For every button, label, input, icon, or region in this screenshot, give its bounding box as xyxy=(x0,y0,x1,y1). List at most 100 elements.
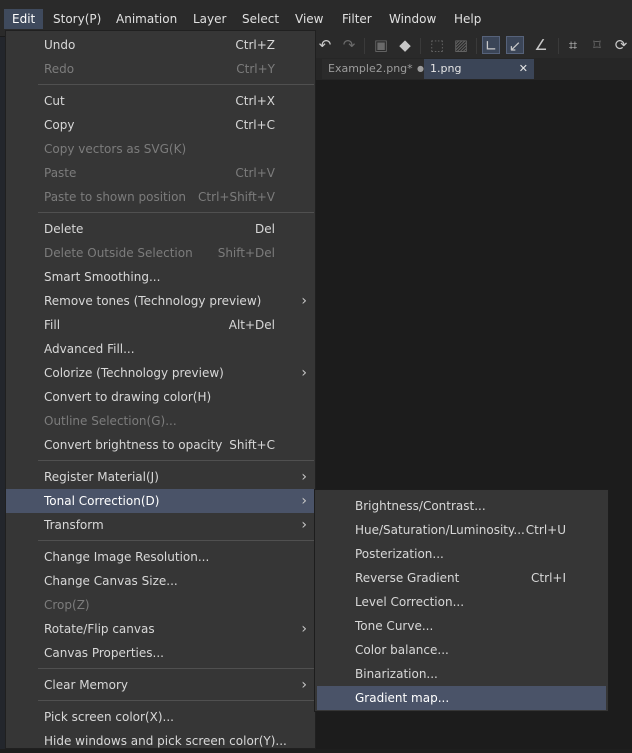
menu-item-advanced-fill[interactable]: Advanced Fill... xyxy=(6,337,315,361)
menu-help[interactable]: Help xyxy=(446,9,489,29)
menu-item-shortcut: Alt+Del xyxy=(228,318,275,332)
menu-item-rotate-flip-canvas[interactable]: Rotate/Flip canvas › xyxy=(6,617,315,641)
submenu-item-brightness-contrast[interactable]: Brightness/Contrast... xyxy=(315,494,608,518)
menu-item-transform[interactable]: Transform › xyxy=(6,513,315,537)
snap-ruler-icon[interactable]: ∟ xyxy=(482,36,500,55)
chevron-right-icon: › xyxy=(301,621,307,637)
menu-select[interactable]: Select xyxy=(234,9,287,29)
menu-item-label: Paste to shown position xyxy=(44,190,187,204)
submenu-item-gradient-map[interactable]: Gradient map... xyxy=(317,686,606,710)
invert-selection-icon[interactable]: ▨ xyxy=(452,36,470,54)
undo-icon[interactable]: ↶ xyxy=(316,36,334,54)
menu-item-label: Canvas Properties... xyxy=(44,646,164,660)
menu-item-register-material[interactable]: Register Material(J) › xyxy=(6,465,315,489)
menu-item-label: Colorize (Technology preview) xyxy=(44,366,224,380)
menu-separator xyxy=(38,460,314,461)
clear-selection-icon[interactable]: ⬚ xyxy=(428,36,446,54)
menu-item-cut[interactable]: Cut Ctrl+X xyxy=(6,89,315,113)
crop-icon[interactable]: ⌑ xyxy=(588,36,606,54)
modified-dot-icon: ● xyxy=(417,64,424,73)
submenu-item-label: Hue/Saturation/Luminosity... xyxy=(355,523,525,537)
menu-filter[interactable]: Filter xyxy=(334,9,380,29)
submenu-item-label: Reverse Gradient xyxy=(355,571,460,585)
menu-item-label: Pick screen color(X)... xyxy=(44,710,174,724)
menu-item-hide-windows-pick-color[interactable]: Hide windows and pick screen color(Y)... xyxy=(6,729,315,753)
menu-item-label: Advanced Fill... xyxy=(44,342,135,356)
submenu-item-level-correction[interactable]: Level Correction... xyxy=(315,590,608,614)
snap-curve-icon[interactable]: ↙ xyxy=(506,36,524,55)
menu-item-outline-selection: Outline Selection(G)... xyxy=(6,409,315,433)
toolbar-separator xyxy=(476,38,477,54)
rotate-icon[interactable]: ⟳ xyxy=(612,36,630,54)
menu-item-shortcut: Shift+Del xyxy=(217,246,275,260)
tab-label: Example2.png* xyxy=(328,62,413,75)
menu-separator xyxy=(38,540,314,541)
menu-animation[interactable]: Animation xyxy=(108,9,185,29)
chevron-right-icon: › xyxy=(301,469,307,485)
menu-item-change-canvas-size[interactable]: Change Canvas Size... xyxy=(6,569,315,593)
submenu-item-reverse-gradient[interactable]: Reverse Gradient Ctrl+I xyxy=(315,566,608,590)
submenu-item-shortcut: Ctrl+U xyxy=(525,523,566,537)
tab-label: 1.png xyxy=(430,62,462,75)
menu-layer[interactable]: Layer xyxy=(185,9,234,29)
menu-item-canvas-properties[interactable]: Canvas Properties... xyxy=(6,641,315,665)
menu-item-clear-memory[interactable]: Clear Memory › xyxy=(6,673,315,697)
menu-item-crop: Crop(Z) xyxy=(6,593,315,617)
submenu-item-binarization[interactable]: Binarization... xyxy=(315,662,608,686)
menu-item-copy[interactable]: Copy Ctrl+C xyxy=(6,113,315,137)
tab-example2[interactable]: Example2.png* ● xyxy=(322,59,430,79)
menu-item-label: Paste xyxy=(44,166,77,180)
menu-item-paste: Paste Ctrl+V xyxy=(6,161,315,185)
submenu-item-shortcut: Ctrl+I xyxy=(531,571,566,585)
menu-window[interactable]: Window xyxy=(381,9,444,29)
menu-item-remove-tones[interactable]: Remove tones (Technology preview) › xyxy=(6,289,315,313)
menu-item-label: Convert to drawing color(H) xyxy=(44,390,212,404)
menu-item-shortcut: Ctrl+Z xyxy=(235,38,275,52)
submenu-item-label: Gradient map... xyxy=(355,691,450,705)
menu-edit[interactable]: Edit xyxy=(4,9,44,29)
menu-view[interactable]: View xyxy=(287,9,331,29)
menu-item-convert-drawing-color[interactable]: Convert to drawing color(H) xyxy=(6,385,315,409)
menu-item-convert-brightness-opacity[interactable]: Convert brightness to opacity Shift+C xyxy=(6,433,315,457)
menu-item-paste-shown-position: Paste to shown position Ctrl+Shift+V xyxy=(6,185,315,209)
menu-item-smart-smoothing[interactable]: Smart Smoothing... xyxy=(6,265,315,289)
tab-1png[interactable]: 1.png ✕ xyxy=(424,59,534,79)
menu-item-delete[interactable]: Delete Del xyxy=(6,217,315,241)
toolbar-separator xyxy=(364,38,365,54)
submenu-item-hue-saturation-luminosity[interactable]: Hue/Saturation/Luminosity... Ctrl+U xyxy=(315,518,608,542)
menu-item-shortcut: Ctrl+C xyxy=(235,118,275,132)
submenu-item-color-balance[interactable]: Color balance... xyxy=(315,638,608,662)
fill-clear-icon[interactable]: ▣ xyxy=(372,36,390,54)
menu-item-label: Outline Selection(G)... xyxy=(44,414,177,428)
chevron-right-icon: › xyxy=(301,293,307,309)
menu-item-shortcut: Ctrl+X xyxy=(235,94,275,108)
menu-item-colorize[interactable]: Colorize (Technology preview) › xyxy=(6,361,315,385)
toolbar-separator xyxy=(420,38,421,54)
redo-icon[interactable]: ↷ xyxy=(340,36,358,54)
menu-item-tonal-correction[interactable]: Tonal Correction(D) › xyxy=(6,489,315,513)
menu-item-pick-screen-color[interactable]: Pick screen color(X)... xyxy=(6,705,315,729)
menu-item-label: Change Canvas Size... xyxy=(44,574,178,588)
menu-item-shortcut: Ctrl+Y xyxy=(236,62,275,76)
document-tabs: Example2.png* ● 1.png ✕ xyxy=(310,58,632,80)
menu-item-change-image-resolution[interactable]: Change Image Resolution... xyxy=(6,545,315,569)
submenu-item-label: Brightness/Contrast... xyxy=(355,499,486,513)
menu-item-label: Copy xyxy=(44,118,75,132)
tonal-correction-submenu: Brightness/Contrast... Hue/Saturation/Lum… xyxy=(314,489,609,712)
submenu-item-tone-curve[interactable]: Tone Curve... xyxy=(315,614,608,638)
menu-item-fill[interactable]: Fill Alt+Del xyxy=(6,313,315,337)
command-bar: ↶ ↷ ▣ ◆ ⬚ ▨ ∟ ↙ ∠ ⌗ ⌑ ⟳ xyxy=(310,32,632,58)
bucket-icon[interactable]: ◆ xyxy=(396,36,414,54)
menu-item-label: Tonal Correction(D) xyxy=(44,494,160,508)
submenu-item-label: Level Correction... xyxy=(355,595,465,609)
close-icon[interactable]: ✕ xyxy=(519,59,528,79)
snap-special-icon[interactable]: ∠ xyxy=(532,36,550,54)
submenu-item-posterization[interactable]: Posterization... xyxy=(315,542,608,566)
menu-separator xyxy=(38,668,314,669)
menu-story[interactable]: Story(P) xyxy=(45,9,109,29)
transform-icon[interactable]: ⌗ xyxy=(564,36,582,54)
menu-item-label: Copy vectors as SVG(K) xyxy=(44,142,187,156)
chevron-right-icon: › xyxy=(301,677,307,693)
menu-separator xyxy=(38,700,314,701)
menu-item-undo[interactable]: Undo Ctrl+Z xyxy=(6,33,315,57)
